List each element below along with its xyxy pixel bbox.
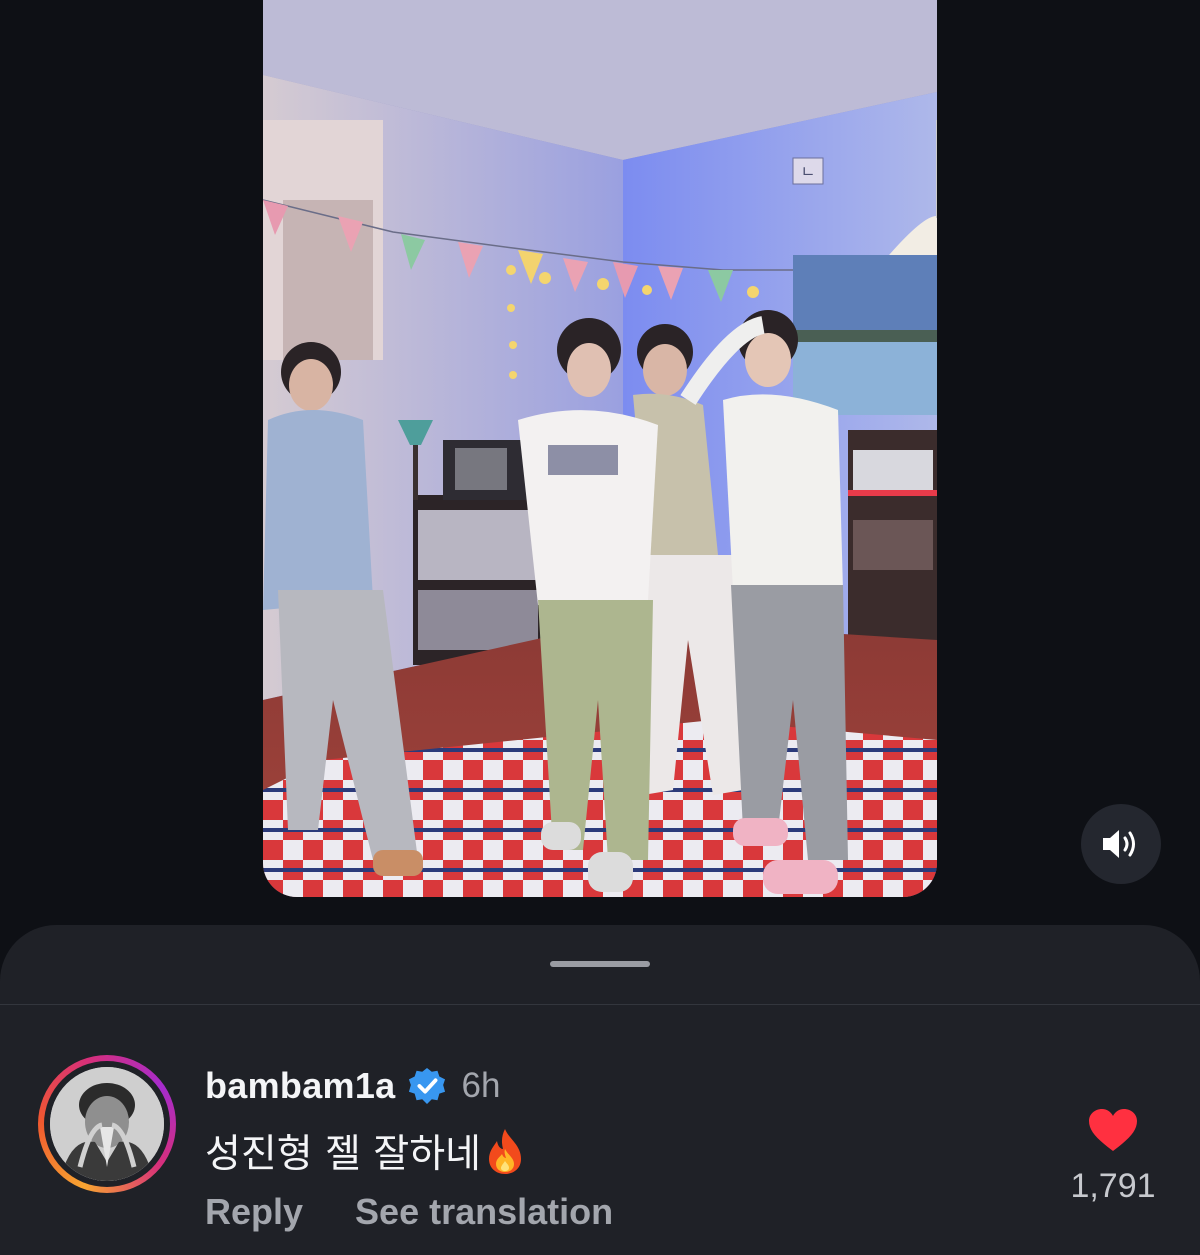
like-button[interactable]: 1,791: [1068, 1107, 1158, 1206]
wall-sticker-text: ㄴ: [801, 162, 816, 181]
see-translation-button[interactable]: See translation: [355, 1191, 613, 1233]
comment-item: bambam1a 6h 성진형 젤 잘하네 Reply See translat…: [0, 1005, 1200, 1255]
comment-text-row: 성진형 젤 잘하네: [205, 1123, 527, 1179]
verified-badge-icon: [408, 1067, 445, 1105]
heart-icon: [1089, 1109, 1137, 1151]
comment-username[interactable]: bambam1a: [205, 1065, 396, 1107]
sound-toggle-button[interactable]: [1081, 804, 1161, 884]
like-count: 1,791: [1070, 1167, 1156, 1205]
speaker-on-icon: [1103, 830, 1135, 858]
reply-button[interactable]: Reply: [205, 1191, 303, 1233]
video-frame-illustration: ㄴ: [263, 0, 937, 897]
fire-emoji-icon: [488, 1129, 521, 1174]
sheet-header: [0, 925, 1200, 1005]
avatar[interactable]: [50, 1067, 164, 1181]
comment-actions: Reply See translation: [205, 1191, 613, 1233]
drag-handle[interactable]: [550, 961, 650, 967]
reel-background: ㄴ: [0, 0, 1200, 925]
story-ring[interactable]: [38, 1055, 176, 1193]
comments-sheet: bambam1a 6h 성진형 젤 잘하네 Reply See translat…: [0, 925, 1200, 1255]
avatar-image: [50, 1067, 164, 1181]
reel-video[interactable]: ㄴ: [263, 0, 937, 897]
comment-timestamp: 6h: [461, 1066, 501, 1105]
comment-meta: bambam1a 6h: [205, 1065, 500, 1107]
comment-text: 성진형 젤 잘하네: [205, 1132, 481, 1177]
